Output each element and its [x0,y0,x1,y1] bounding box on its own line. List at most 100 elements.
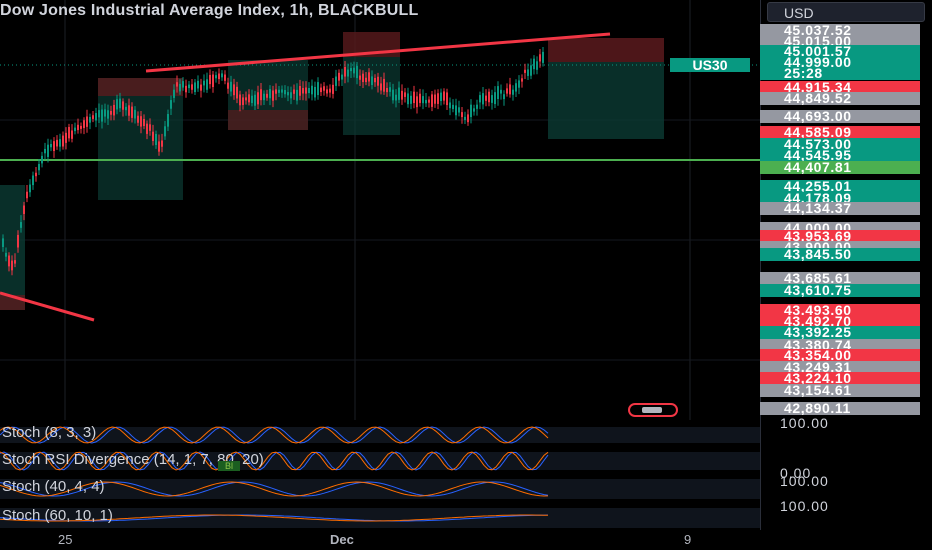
candle-body [113,104,115,116]
candle-body [164,126,166,137]
candle-body [458,107,460,113]
candle-body [254,94,256,106]
candle-body [320,87,322,93]
candle-body [518,80,520,88]
candle-body [107,110,109,119]
candle-body [497,86,499,100]
candle-body [56,139,58,147]
zone-box [548,38,664,62]
candle-body [200,84,202,91]
candle-body [440,92,442,102]
candle-body [380,83,382,91]
candle-body [281,89,283,93]
candle-body [401,90,403,100]
zone-box [98,78,183,200]
candle-body [524,69,526,73]
indicator-title-stoch-40[interactable]: Stoch (40, 4, 4) [2,478,105,495]
zone-box [548,62,664,139]
candle-body [23,205,25,214]
candle-body [428,99,430,103]
candle-body [188,84,190,89]
candle-body [362,73,364,83]
candle-body [269,89,271,99]
candle-body [332,84,334,94]
candle-body [20,222,22,228]
candle-body [131,106,133,118]
candle-body [353,67,355,74]
candle-body [308,87,310,94]
candle-body [299,86,301,96]
indicator-title-stoch-8[interactable]: Stoch (8, 3, 3) [2,424,96,441]
candle-body [260,89,262,101]
candle-body [266,93,268,98]
price-chart[interactable]: Dow Jones Industrial Average Index, 1h, … [0,0,760,530]
candle-body [365,77,367,83]
candle-body [14,260,16,264]
candle-body [104,109,106,117]
candle-body [296,89,298,101]
candle-body [248,94,250,103]
candle-body [509,84,511,95]
candle-body [161,140,163,147]
candle-body [230,81,232,92]
symbol-tag: US30 [670,58,750,72]
candle-body [209,74,211,85]
indicator-pane [0,427,760,443]
candle-body [11,260,13,271]
candle-body [125,106,127,111]
candle-body [272,90,274,101]
candle-body [539,54,541,62]
candle-body [443,91,445,101]
price-label: 44,407.81 [760,161,920,174]
candle-body [293,89,295,94]
candle-body [143,118,145,127]
candle-body [284,90,286,95]
candle-body [386,87,388,93]
candle-body [383,78,385,92]
price-label: 44,849.52 [760,92,920,105]
candle-body [71,130,73,139]
candle-body [206,79,208,90]
candle-body [527,69,529,76]
candle-body [38,164,40,171]
candle-body [152,131,154,141]
candle-body [392,89,394,101]
candle-body [488,91,490,103]
candle-body [395,94,397,101]
candle-body [179,83,181,92]
chart-title: Dow Jones Industrial Average Index, 1h, … [0,2,419,19]
candle-body [455,105,457,116]
time-label: 25 [58,532,73,547]
candle-body [215,75,217,79]
candle-body [32,175,34,186]
candle-body [329,88,331,93]
candle-body [413,91,415,104]
price-label: 43,154.61 [760,384,920,397]
indicator-pane [0,508,760,528]
candle-body [542,51,544,63]
currency-button[interactable]: USD [767,2,925,22]
candle-body [191,84,193,90]
candle-body [506,88,508,94]
candle-body [335,76,337,86]
candle-body [194,82,196,93]
candle-body [479,95,481,103]
zone-box [0,185,25,310]
candle-body [236,86,238,99]
candle-body [410,95,412,104]
us-flag-icon[interactable] [628,403,678,417]
indicator-title-stoch-60[interactable]: Stoch (60, 10, 1) [2,507,113,524]
candle-body [197,80,199,89]
candle-body [5,252,7,257]
candle-body [422,96,424,104]
candle-body [62,135,64,147]
candle-body [17,234,19,248]
candle-body [101,109,103,122]
candle-body [44,148,46,154]
time-axis[interactable]: 25 Dec 9 [0,530,932,550]
candle-body [473,108,475,112]
price-label: 42,890.11 [760,402,920,415]
candle-body [173,89,175,98]
candle-body [59,139,61,147]
time-label: 9 [684,532,692,547]
